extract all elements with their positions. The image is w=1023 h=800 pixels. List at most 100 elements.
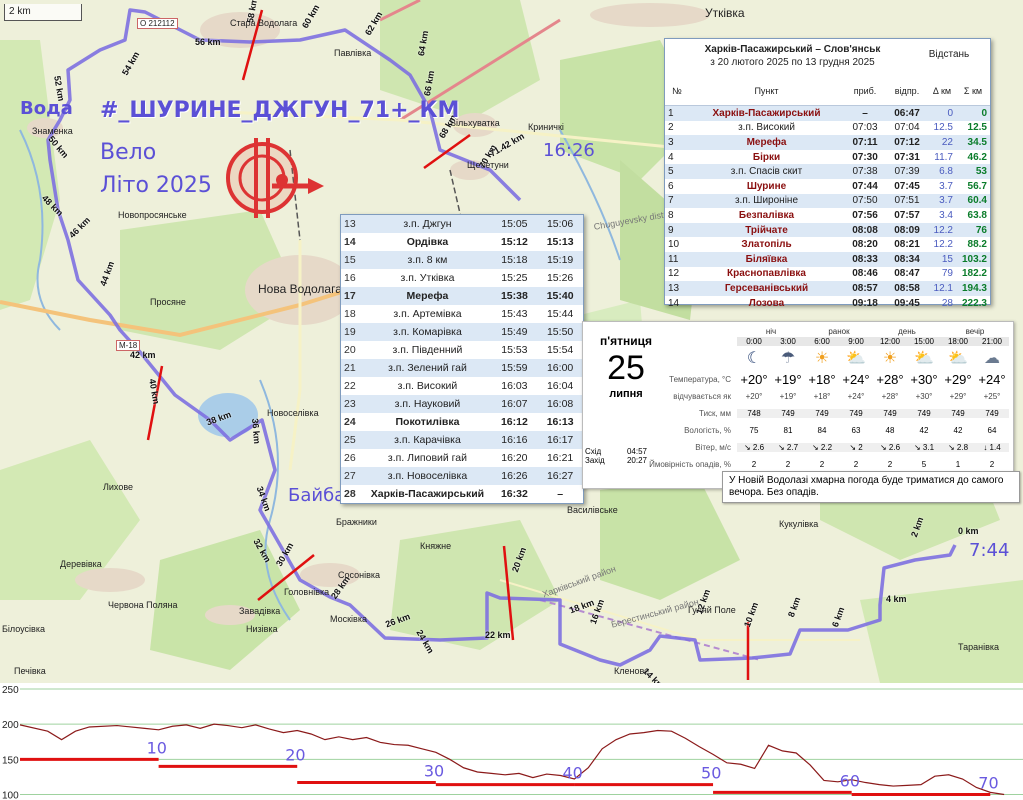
schedule-cell-station: Харків-Пасажирський: [689, 105, 844, 121]
humidity-row: Вологість, % 75 81 84 63 48 42 42 64: [587, 422, 1009, 439]
schedule-cell-arr: 15:38: [491, 287, 538, 305]
temperature-row-cell: +29°: [944, 371, 972, 387]
schedule-cell-dep: 15:44: [546, 308, 574, 320]
schedule-cell-s: 222.3: [961, 297, 987, 309]
schedule-row: 28 Харків-Пасажирський 16:32 –: [341, 485, 583, 503]
schedule-row: 5 з.п. Спасів скит 07:38 07:39 6.8 53: [665, 164, 990, 179]
schedule-cell-d: 3.4: [939, 209, 953, 221]
schedule-cell-arr: 16:12: [500, 416, 528, 428]
schedule-cell-station: Трійчате: [689, 222, 844, 238]
schedule-cell-dep: 07:51: [886, 193, 928, 209]
schedule-cell-n: 20: [344, 344, 356, 356]
schedule-cell-dep: 16:17: [537, 431, 583, 449]
schedule-row: 18 з.п. Артемівка 15:43 15:44: [341, 305, 583, 323]
place-label: Княжне: [420, 541, 452, 551]
schedule-cell-n: 5: [665, 164, 689, 179]
temperature-row-cell: +24°: [978, 371, 1006, 387]
schedule-cell-s: 103.2: [956, 251, 990, 267]
schedule-cell-n: 28: [344, 488, 356, 500]
precip-row-cell: 2: [751, 460, 757, 469]
schedule-row: 11 Біляївка 08:33 08:34 15 103.2: [665, 251, 990, 267]
schedule-cell-d: 12.2: [928, 222, 956, 238]
schedule-cell-s: 76: [956, 222, 990, 238]
schedule-row: 4 Бірки 07:30 07:31 11.7 46.2: [665, 150, 990, 165]
schedule-cell-n: 19: [341, 323, 364, 341]
hour-row-cell: 18:00: [941, 337, 975, 346]
schedule-cell-station: з.п. Широніне: [689, 193, 844, 209]
schedule-cell-s: 88.2: [967, 239, 987, 251]
cloud-rain-icon: ☁: [984, 350, 1000, 367]
schedule-cell-n: 23: [341, 395, 364, 413]
feels-like-row: відчувається як +20° +19° +18° +24° +28° +30° +…: [587, 388, 1009, 405]
col-station: Пункт: [689, 77, 844, 106]
hour-row-cell: 21:00: [975, 337, 1009, 346]
place-label: Новопросянське: [118, 210, 187, 220]
schedule-row: 3 Мерефа 07:11 07:12 22 34.5: [665, 135, 990, 150]
schedule-cell-dep: 07:12: [886, 135, 928, 150]
schedule-cell-arr: 15:49: [491, 323, 538, 341]
schedule-row: 8 Безпалівка 07:56 07:57 3.4 63.8: [665, 208, 990, 223]
feels-like-row-cell: +20°: [745, 392, 763, 401]
schedule-row: 20 з.п. Південний 15:53 15:54: [341, 341, 583, 359]
schedule-cell-s: 56.7: [967, 180, 987, 192]
schedule-cell-dep: 15:19: [537, 251, 583, 269]
schedule-cell-arr: 07:50: [844, 193, 886, 209]
pressure-row-cell: 749: [771, 409, 805, 418]
humidity-row-cell: 64: [987, 426, 997, 435]
place-label: Стара Водолага: [230, 18, 298, 28]
place-label: Деревівка: [60, 559, 102, 569]
schedule-row: 15 з.п. 8 км 15:18 15:19: [341, 251, 583, 269]
sun-cloud-icon: ⛅: [846, 350, 866, 367]
map-scale: 2 km: [4, 4, 82, 21]
schedule-cell-n: 22: [344, 380, 356, 392]
schedule-cell-n: 12: [668, 268, 680, 280]
km-mark: 40: [562, 764, 582, 783]
schedule-row: 7 з.п. Широніне 07:50 07:51 3.7 60.4: [665, 193, 990, 209]
schedule-cell-s: 53: [956, 164, 990, 179]
schedule-cell-n: 21: [341, 359, 364, 377]
schedule-cell-n: 27: [341, 467, 364, 485]
map-view[interactable]: 2 km Утківка Стара Водолага Павлівка Знамен…: [0, 0, 1023, 683]
period-label: ніч: [765, 327, 777, 336]
place-label: Павлівка: [334, 48, 372, 58]
schedule-cell-n: 7: [665, 193, 689, 209]
col-sigma: Σ км: [956, 77, 990, 106]
schedule-cell-arr: 15:25: [501, 272, 528, 284]
schedule-cell-n: 11: [665, 251, 689, 267]
wind-row-cell: ↘ 3.1: [907, 443, 941, 452]
wind-row-cell: ↘ 2: [839, 443, 873, 452]
schedule-cell-dep: 07:04: [894, 122, 920, 134]
hour-row-cell: 6:00: [805, 337, 839, 346]
hour-row-cell: 15:00: [907, 337, 941, 346]
schedule-cell-s: 34.5: [956, 135, 990, 150]
schedule-cell-arr: 15:59: [491, 359, 538, 377]
schedule-row: 10 Златопіль 08:20 08:21 12.2 88.2: [665, 237, 990, 252]
km-mark: 20: [285, 745, 305, 764]
schedule-row: 2 з.п. Високий 07:03 07:04 12.5 12.5: [665, 121, 990, 136]
pressure-row-cell: 748: [737, 409, 771, 418]
schedule-cell-d: 12.2: [933, 239, 953, 251]
schedule-cell-d: 12.5: [933, 122, 953, 134]
period-label: вечір: [965, 327, 985, 336]
schedule-cell-arr: 07:03: [852, 122, 878, 134]
precip-row-cell: 5: [921, 460, 927, 469]
schedule-row: 22 з.п. Високий 16:03 16:04: [341, 377, 583, 395]
schedule-cell-arr: 16:26: [491, 467, 538, 485]
pressure-row-cell: 749: [941, 409, 975, 418]
schedule-cell-arr: 07:44: [852, 180, 878, 192]
pressure-row-cell: 749: [805, 409, 839, 418]
schedule-cell-dep: 08:21: [894, 239, 920, 251]
schedule-cell-station: з.п. Артемівка: [393, 308, 462, 320]
schedule-cell-d: 12.1: [928, 281, 956, 296]
feels-like-row-cell: +25°: [983, 392, 1001, 401]
weather-note: У Новій Водолазі хмарна погода буде трим…: [722, 471, 1020, 503]
schedule-cell-n: 8: [668, 209, 674, 221]
wind-row: Вітер, м/с ↘ 2.6 ↘ 2.7 ↘ 2.2 ↘ 2 ↘ 2.6 ↘ 3.1 ↘ …: [587, 439, 1009, 456]
schedule-cell-n: 13: [665, 281, 689, 296]
schedule-cell-dep: 08:47: [894, 268, 920, 280]
schedule-cell-dep: 08:09: [886, 222, 928, 238]
title-line3: Літо 2025: [100, 173, 212, 198]
temperature-row-cell: +24°: [842, 371, 870, 387]
schedule-row: 17 Мерефа 15:38 15:40: [341, 287, 583, 305]
schedule-cell-s: 60.4: [956, 193, 990, 209]
